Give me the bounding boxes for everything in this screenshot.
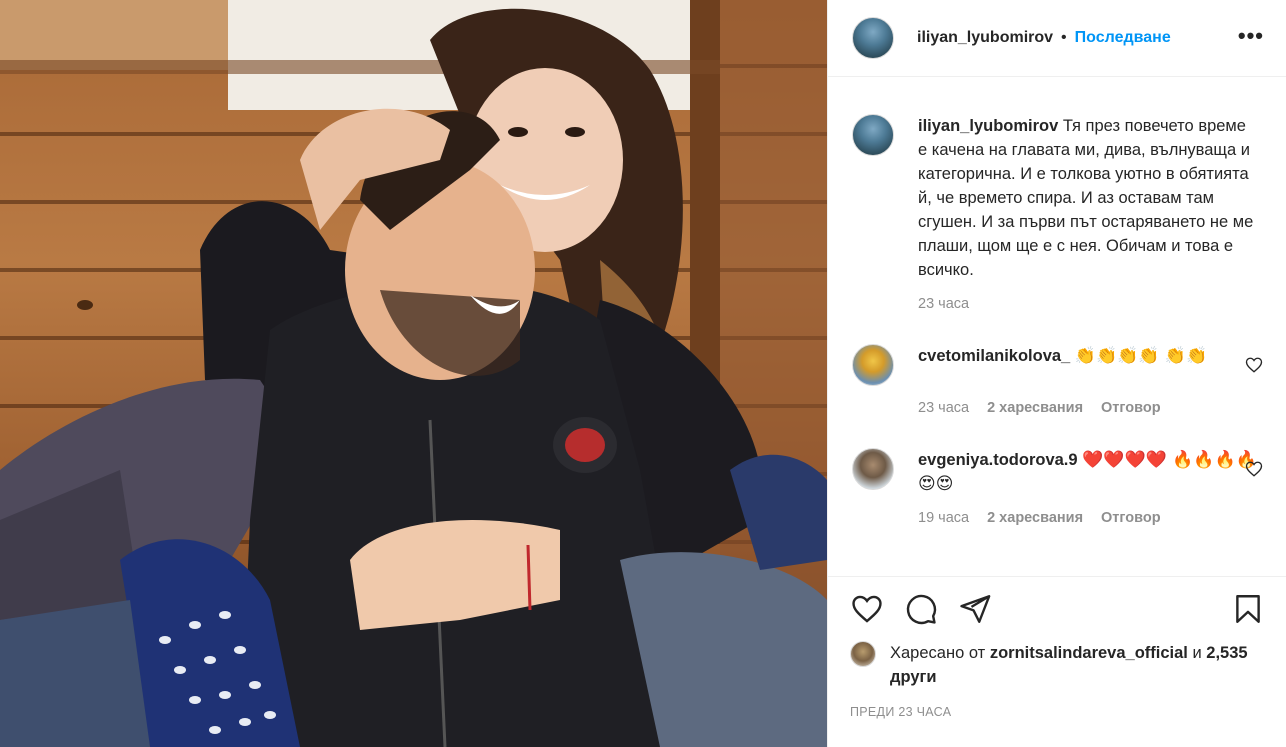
caption-username[interactable]: iliyan_lyubomirov — [918, 117, 1058, 135]
comment: evgeniya.todorova.9 ❤️❤️❤️❤️ 🔥🔥🔥🔥😍😍 — [852, 448, 1263, 496]
commenter-avatar[interactable] — [852, 448, 894, 490]
author-avatar[interactable] — [852, 17, 894, 59]
comment-icon[interactable] — [904, 592, 938, 626]
bookmark-icon[interactable] — [1231, 592, 1265, 626]
reply-button[interactable]: Отговор — [1101, 400, 1161, 416]
caption: iliyan_lyubomirov Тя през повечето време… — [852, 114, 1263, 282]
header-separator: • — [1061, 29, 1067, 46]
comment-text-block: cvetomilanikolova_ 👏👏👏👏 👏👏 — [918, 344, 1258, 386]
post-photo[interactable] — [0, 0, 827, 747]
follow-button[interactable]: Последване — [1075, 29, 1171, 47]
comment-likes[interactable]: 2 харесвания — [987, 510, 1083, 526]
post-header: iliyan_lyubomirov • Последване ••• — [828, 0, 1286, 77]
likes-and: и — [1192, 644, 1202, 662]
share-icon[interactable] — [958, 592, 992, 626]
likes-summary: Харесано от zornitsalindareva_official и… — [850, 641, 1265, 689]
comments-list[interactable]: iliyan_lyubomirov Тя през повечето време… — [828, 78, 1286, 575]
comment-time[interactable]: 23 часа — [918, 400, 969, 416]
comment-likes[interactable]: 2 харесвания — [987, 400, 1083, 416]
post-photo-art — [0, 0, 827, 747]
liker-avatar[interactable] — [850, 641, 876, 667]
action-icons — [850, 577, 1265, 641]
commenter-username[interactable]: cvetomilanikolova_ — [918, 347, 1070, 365]
more-icon[interactable]: ••• — [1238, 25, 1264, 47]
post-actions: Харесано от zornitsalindareva_official и… — [828, 576, 1286, 719]
caption-meta: 23 часа — [918, 296, 1263, 312]
comment-meta: 23 часа 2 харесвания Отговор — [918, 400, 1263, 416]
author-username[interactable]: iliyan_lyubomirov — [917, 29, 1053, 47]
caption-text: Тя през повечето време е качена на глава… — [918, 117, 1254, 279]
heart-icon[interactable] — [850, 592, 884, 626]
likes-text: Харесано от zornitsalindareva_official и… — [890, 641, 1265, 689]
comment: cvetomilanikolova_ 👏👏👏👏 👏👏 — [852, 344, 1263, 386]
comment-time[interactable]: 19 часа — [918, 510, 969, 526]
comment-like-icon[interactable] — [1245, 460, 1263, 478]
reply-button[interactable]: Отговор — [1101, 510, 1161, 526]
likes-prefix: Харесано от — [890, 644, 986, 662]
post-panel: iliyan_lyubomirov • Последване ••• iliya… — [827, 0, 1286, 747]
commenter-avatar[interactable] — [852, 344, 894, 386]
post-timestamp[interactable]: ПРЕДИ 23 ЧАСА — [850, 705, 1265, 719]
comment-text-block: evgeniya.todorova.9 ❤️❤️❤️❤️ 🔥🔥🔥🔥😍😍 — [918, 448, 1258, 496]
liker-username[interactable]: zornitsalindareva_official — [990, 644, 1188, 662]
comment-text: 👏👏👏👏 👏👏 — [1074, 346, 1208, 366]
comment-meta: 19 часа 2 харесвания Отговор — [918, 510, 1263, 526]
caption-time[interactable]: 23 часа — [918, 296, 969, 312]
commenter-username[interactable]: evgeniya.todorova.9 — [918, 451, 1078, 469]
caption-text-block: iliyan_lyubomirov Тя през повечето време… — [918, 114, 1258, 282]
comment-like-icon[interactable] — [1245, 356, 1263, 374]
caption-avatar[interactable] — [852, 114, 894, 156]
